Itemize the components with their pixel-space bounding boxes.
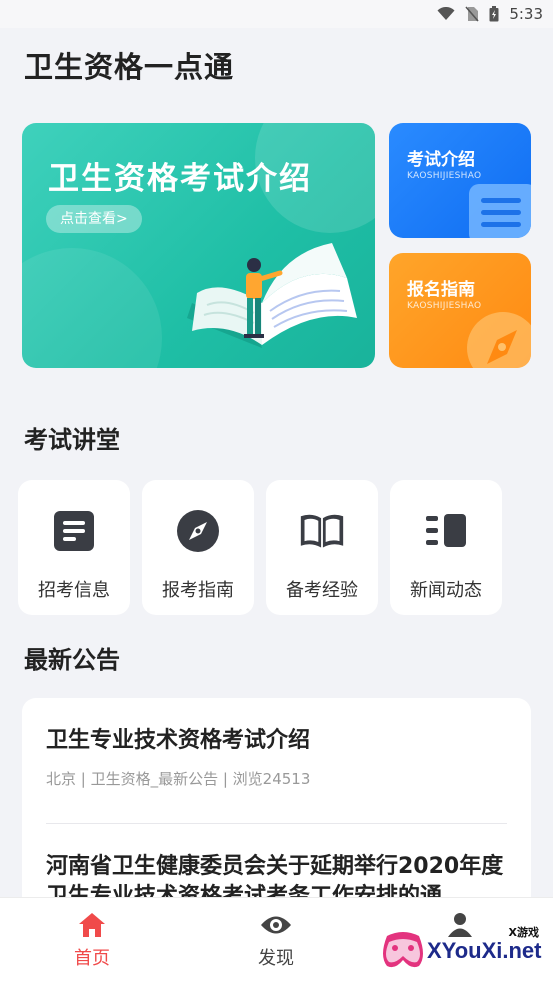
battery-icon	[489, 6, 499, 22]
app-title: 卫生资格一点通	[24, 50, 235, 84]
status-bar: 5:33	[0, 0, 553, 28]
document-icon	[54, 511, 94, 551]
news-icon	[426, 514, 466, 547]
news-title: 卫生专业技术资格考试介绍	[46, 728, 311, 753]
news-list: 卫生专业技术资格考试介绍 北京 | 卫生资格_最新公告 | 浏览24513 河南…	[22, 698, 531, 928]
exam-intro-banner[interactable]: 卫生资格考试介绍 点击查看>	[22, 123, 375, 368]
banner-view-button[interactable]: 点击查看>	[46, 205, 142, 233]
gamepad-icon	[383, 932, 423, 968]
compass-icon	[467, 312, 531, 368]
tile-label: 新闻动态	[410, 580, 482, 601]
status-time: 5:33	[509, 5, 543, 23]
card-title: 报名指南	[407, 280, 475, 300]
compass-icon	[177, 510, 219, 552]
status-icons: 5:33	[437, 5, 543, 23]
watermark: X游戏 XYouXi.net	[379, 924, 547, 974]
tab-home[interactable]: 首页	[32, 912, 152, 970]
open-book-illustration	[187, 243, 357, 348]
list-icon	[469, 184, 531, 238]
banner-decor-circle	[22, 248, 162, 368]
tile-label: 报考指南	[162, 580, 234, 601]
banner-title: 卫生资格考试介绍	[48, 161, 312, 197]
tile-news[interactable]: 新闻动态	[390, 480, 502, 615]
book-icon	[300, 514, 344, 548]
tile-label: 招考信息	[38, 580, 110, 601]
divider	[46, 823, 507, 824]
exam-intro-card[interactable]: 考试介绍 KAOSHIJIESHAO	[389, 123, 531, 238]
tab-label: 首页	[74, 948, 110, 969]
home-icon	[79, 913, 105, 937]
eye-icon	[261, 916, 291, 934]
registration-guide-card[interactable]: 报名指南 KAOSHIJIESHAO	[389, 253, 531, 368]
watermark-text: XYouXi.net	[427, 938, 542, 963]
news-meta: 北京 | 卫生资格_最新公告 | 浏览24513	[46, 770, 311, 788]
tab-discover[interactable]: 发现	[216, 912, 336, 970]
section-title-notice: 最新公告	[24, 646, 120, 674]
wifi-icon	[437, 7, 455, 20]
card-title: 考试介绍	[407, 150, 475, 170]
tile-label: 备考经验	[286, 580, 358, 601]
tile-application-guide[interactable]: 报考指南	[142, 480, 254, 615]
tile-recruitment-info[interactable]: 招考信息	[18, 480, 130, 615]
no-sim-icon	[465, 6, 479, 22]
tile-prep-experience[interactable]: 备考经验	[266, 480, 378, 615]
section-title-lecture: 考试讲堂	[24, 426, 120, 454]
lecture-tiles: 招考信息 报考指南 备考经验 新闻动态	[18, 480, 502, 615]
tab-label: 发现	[258, 948, 294, 969]
list-item[interactable]: 卫生专业技术资格考试介绍 北京 | 卫生资格_最新公告 | 浏览24513	[46, 726, 507, 789]
